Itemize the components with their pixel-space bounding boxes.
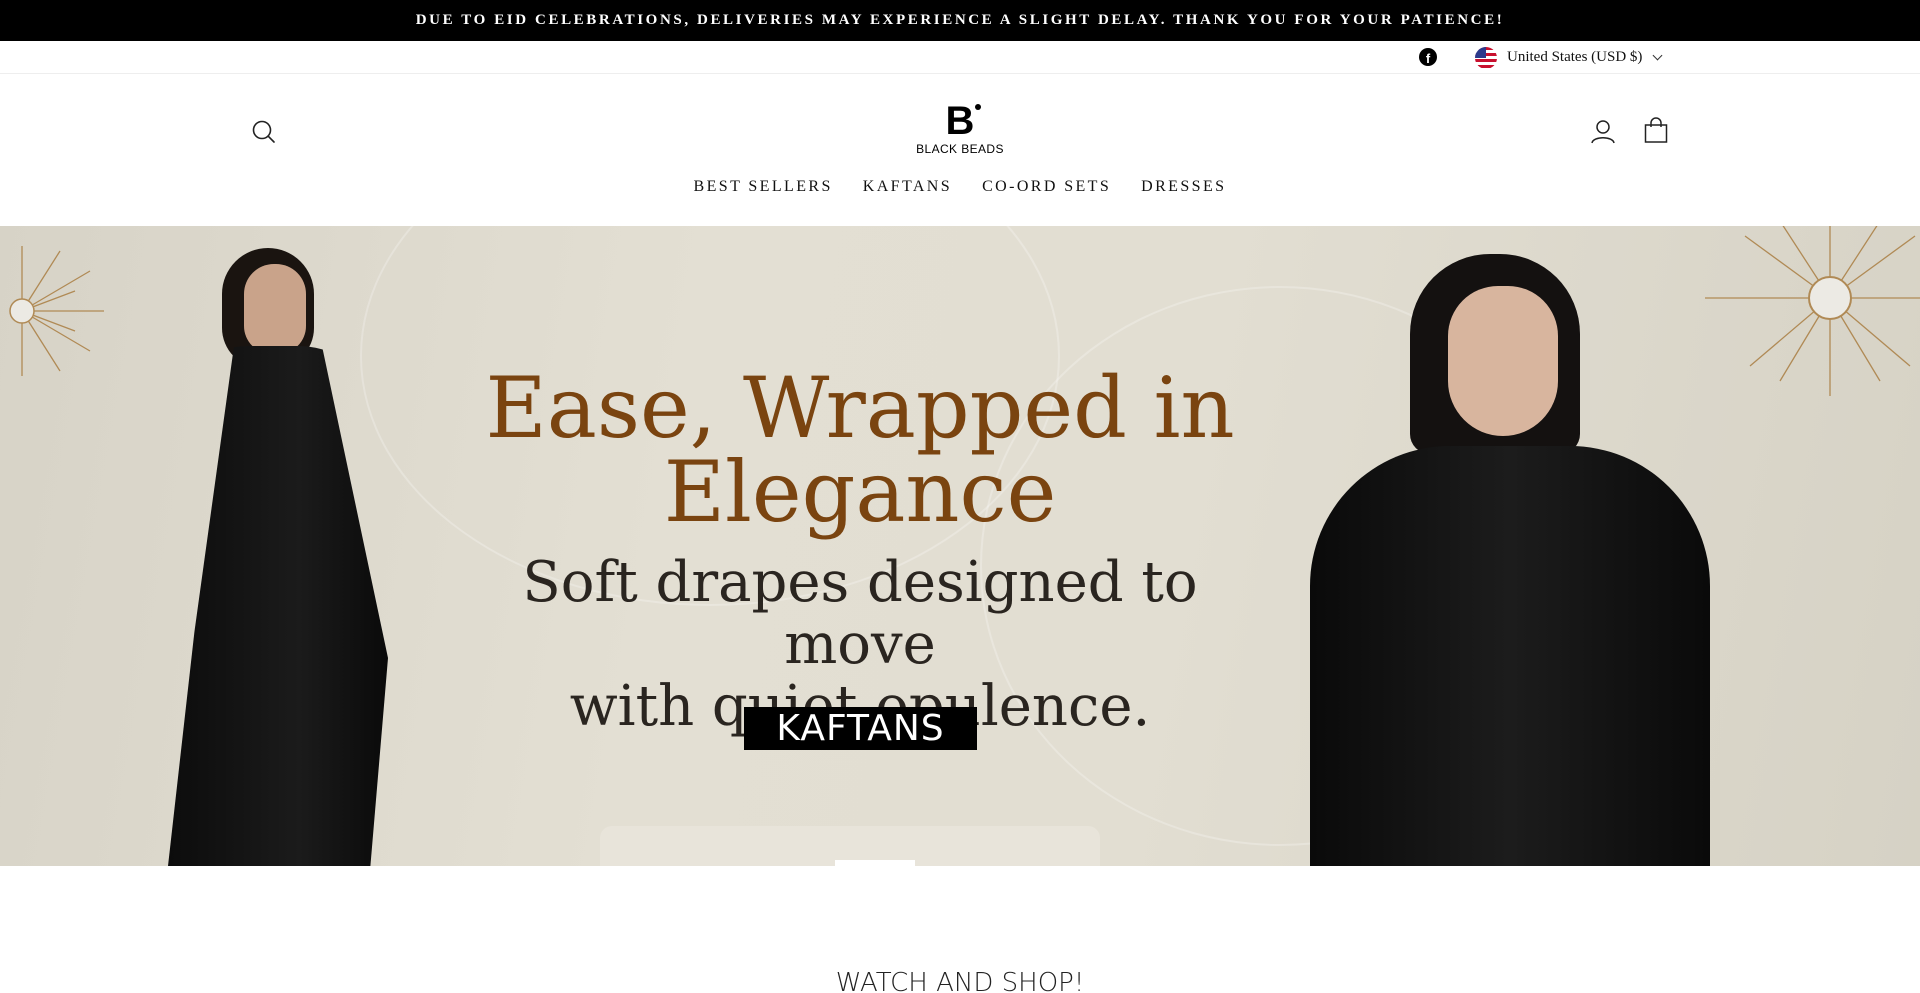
chevron-down-icon (1652, 50, 1663, 61)
model-right-face (1448, 286, 1558, 436)
sunburst-mirror-left (9, 246, 104, 376)
main-nav: BEST SELLERS KAFTANS CO-ORD SETS DRESSES (0, 178, 1920, 196)
nav-item-best-sellers[interactable]: BEST SELLERS (679, 178, 848, 196)
logo[interactable]: B BLACK BEADS (905, 99, 1015, 162)
hero-title: Ease, Wrapped in Elegance (460, 366, 1260, 534)
logo-text: BLACK BEADS (916, 142, 1004, 156)
us-flag-icon (1475, 46, 1497, 69)
search-icon[interactable] (250, 118, 278, 146)
currency-label: United States (USD $) (1507, 49, 1643, 65)
nav-item-co-ord-sets[interactable]: CO-ORD SETS (967, 178, 1126, 196)
section-title: WATCH AND SHOP! (835, 968, 1085, 993)
cart-icon[interactable] (1643, 117, 1669, 145)
model-right-kaftan (1310, 446, 1710, 866)
sunburst-mirror-right (1705, 226, 1920, 396)
model-left-kaftan (168, 346, 388, 866)
site-header: B BLACK BEADS BEST SELLERS KAFTANS CO-OR… (0, 74, 1920, 226)
nav-item-kaftans[interactable]: KAFTANS (848, 178, 967, 196)
hero-banner[interactable]: Ease, Wrapped in Elegance Soft drapes de… (0, 226, 1920, 866)
slideshow-pagination (835, 860, 915, 866)
announcement-text: DUE TO EID CELEBRATIONS, DELIVERIES MAY … (415, 12, 1505, 28)
hero-title-line-2: Elegance (663, 443, 1057, 541)
kaftans-button[interactable]: KAFTANS (744, 707, 977, 750)
announcement-bar: DUE TO EID CELEBRATIONS, DELIVERIES MAY … (0, 0, 1920, 41)
logo-mark: B (945, 99, 982, 143)
facebook-icon[interactable]: f (1419, 48, 1437, 66)
currency-selector[interactable]: United States (USD $) (1475, 45, 1663, 70)
hero-subtitle-line-1: Soft drapes designed to move (522, 550, 1198, 677)
model-left-face (244, 264, 306, 354)
slide-dot-active[interactable] (835, 860, 915, 866)
account-icon[interactable] (1590, 118, 1616, 146)
nav-item-dresses[interactable]: DRESSES (1126, 178, 1241, 196)
utility-bar: f United States (USD $) (0, 41, 1920, 74)
